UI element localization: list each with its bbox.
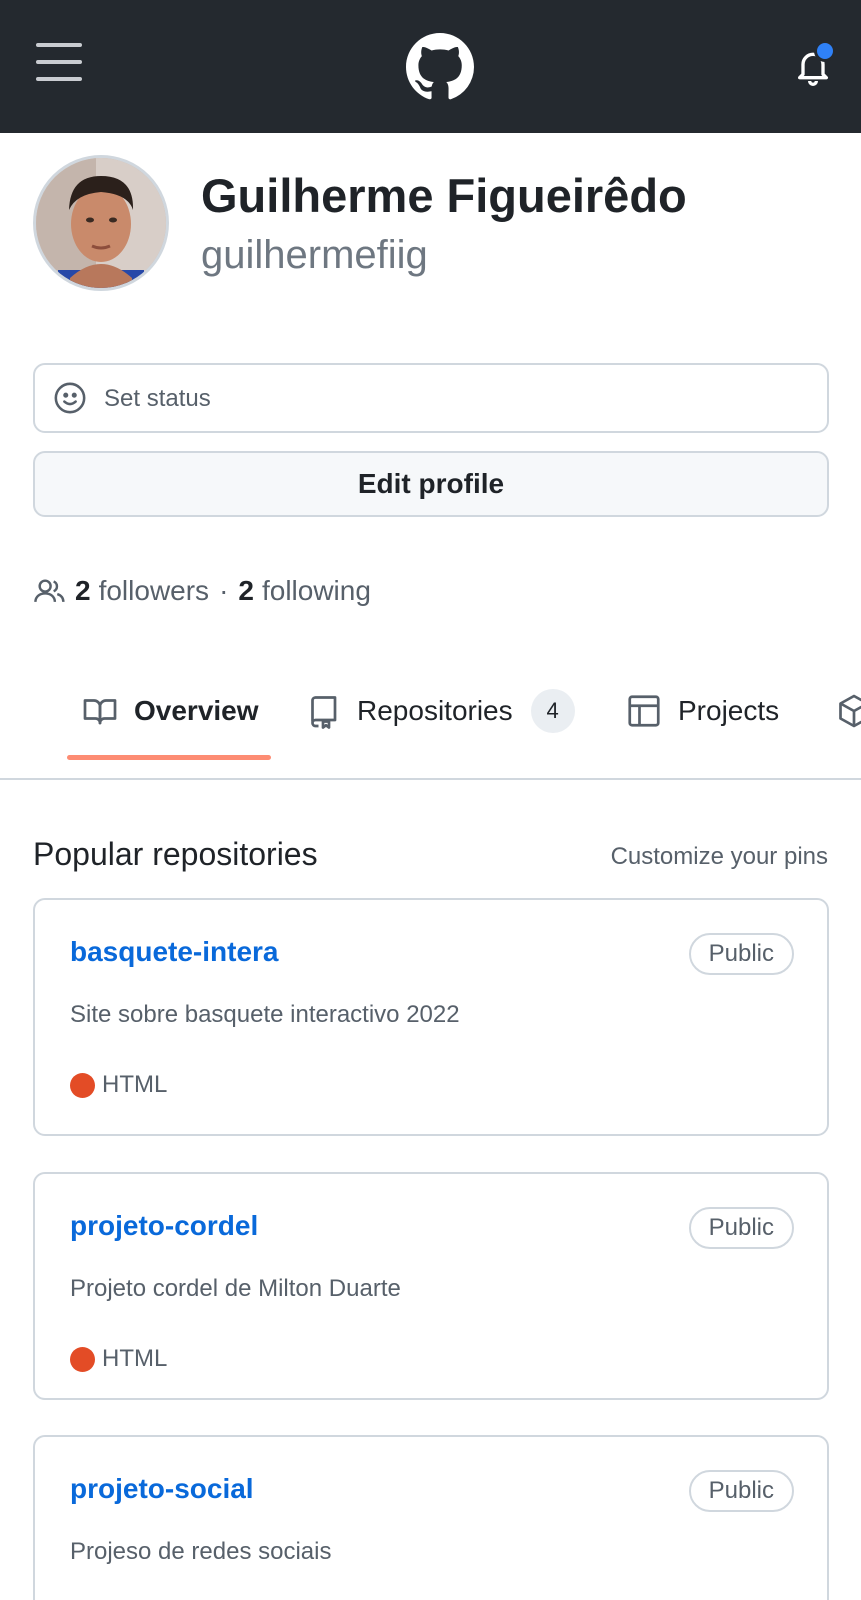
package-icon bbox=[839, 694, 861, 728]
followers-link[interactable]: 2 followers bbox=[75, 575, 209, 607]
repo-name-link[interactable]: basquete-intera bbox=[70, 936, 279, 968]
repo-description: Projeto cordel de Milton Duarte bbox=[70, 1275, 401, 1302]
customize-pins-link[interactable]: Customize your pins bbox=[611, 843, 828, 871]
popular-repositories-title: Popular repositories bbox=[33, 836, 318, 872]
set-status-label: Set status bbox=[104, 385, 211, 412]
tab-projects-label: Projects bbox=[678, 695, 780, 726]
profile-tabs: Overview Repositories 4 Projects bbox=[0, 675, 861, 780]
language-color-dot bbox=[70, 1072, 95, 1098]
tab-overview[interactable]: Overview bbox=[82, 689, 259, 733]
github-logo-icon[interactable] bbox=[406, 33, 474, 101]
tab-repositories-label: Repositories bbox=[357, 695, 513, 726]
table-icon bbox=[628, 695, 660, 727]
follow-stats: 2 followers · 2 following bbox=[33, 573, 371, 609]
profile-full-name: Guilherme Figueirêdo bbox=[201, 169, 687, 222]
language-label: HTML bbox=[102, 1345, 168, 1372]
follow-separator: · bbox=[219, 575, 229, 606]
book-icon bbox=[83, 699, 117, 725]
app-header bbox=[0, 0, 861, 133]
language-color-dot bbox=[70, 1346, 95, 1372]
repo-language: HTML bbox=[70, 1071, 167, 1099]
tab-projects[interactable]: Projects bbox=[626, 689, 779, 733]
language-label: HTML bbox=[102, 1071, 168, 1098]
visibility-badge: Public bbox=[688, 1470, 794, 1512]
avatar[interactable] bbox=[33, 155, 169, 291]
repo-name-link[interactable]: projeto-cordel bbox=[70, 1210, 258, 1242]
repositories-counter: 4 bbox=[530, 689, 575, 733]
profile-username: guilhermefiig bbox=[201, 233, 428, 277]
active-tab-indicator bbox=[67, 755, 271, 760]
followers-label: followers bbox=[98, 575, 210, 606]
tab-repositories[interactable]: Repositories 4 bbox=[305, 689, 575, 733]
visibility-badge: Public bbox=[688, 1207, 794, 1249]
repo-language: HTML bbox=[70, 1345, 167, 1373]
hamburger-menu-icon[interactable] bbox=[36, 43, 82, 81]
edit-profile-button[interactable]: Edit profile bbox=[33, 451, 829, 517]
repo-card: projeto-cordel Public Projeto cordel de … bbox=[33, 1172, 829, 1400]
set-status-button[interactable]: Set status bbox=[33, 363, 829, 433]
notification-indicator bbox=[814, 40, 836, 62]
repo-name-link[interactable]: projeto-social bbox=[70, 1473, 254, 1505]
repo-description: Projeso de redes sociais bbox=[70, 1538, 332, 1565]
people-icon bbox=[34, 579, 65, 603]
repo-card: projeto-social Public Projeso de redes s… bbox=[33, 1435, 829, 1600]
following-count: 2 bbox=[238, 575, 254, 606]
tab-packages[interactable] bbox=[836, 689, 861, 733]
smiley-icon bbox=[54, 382, 86, 414]
following-label: following bbox=[261, 575, 371, 606]
tab-overview-label: Overview bbox=[134, 695, 259, 726]
repo-description: Site sobre basquete interactivo 2022 bbox=[70, 1001, 460, 1028]
repo-card: basquete-intera Public Site sobre basque… bbox=[33, 898, 829, 1136]
repo-icon bbox=[311, 696, 337, 729]
followers-count: 2 bbox=[75, 575, 91, 606]
visibility-badge: Public bbox=[688, 933, 794, 975]
following-link[interactable]: 2 following bbox=[238, 575, 371, 607]
